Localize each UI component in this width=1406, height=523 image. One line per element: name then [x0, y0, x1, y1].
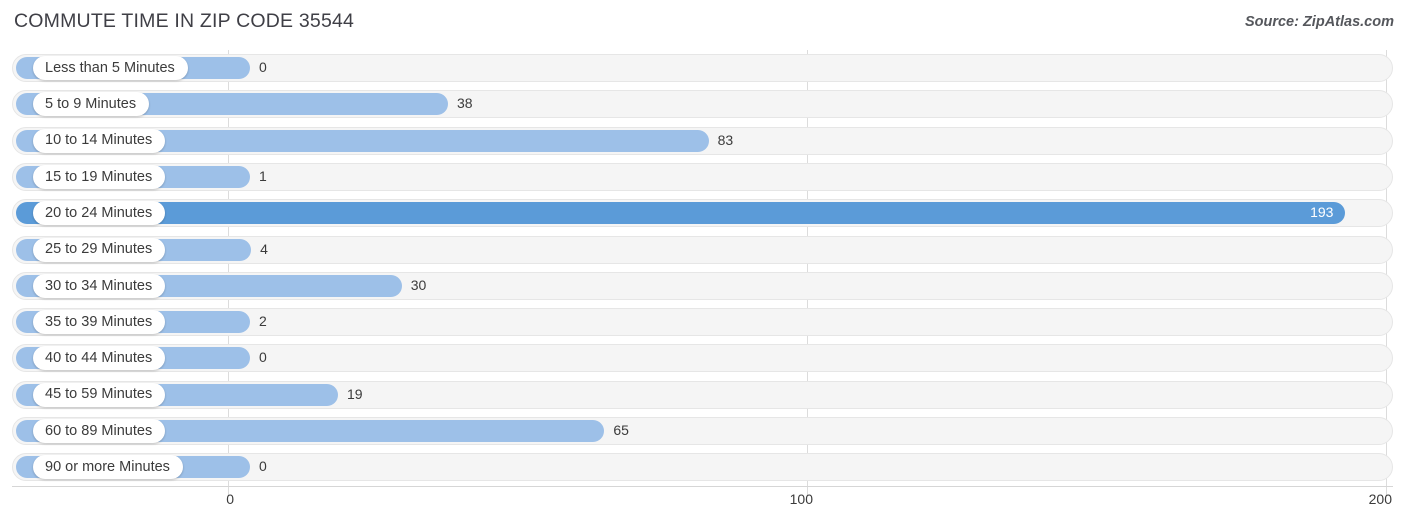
chart-row[interactable]: Less than 5 Minutes 0 — [0, 50, 1406, 86]
value-label: 65 — [613, 422, 629, 438]
x-tick-label: 100 — [789, 491, 813, 507]
category-label: 15 to 19 Minutes — [45, 168, 153, 185]
chart-row[interactable]: 35 to 39 Minutes 2 — [0, 304, 1406, 340]
category-label: 25 to 29 Minutes — [45, 241, 153, 258]
bar-label-capsule: 90 or more Minutes — [33, 455, 183, 480]
category-label: Less than 5 Minutes — [45, 59, 175, 76]
chart-row[interactable]: 60 to 89 Minutes 65 — [0, 413, 1406, 449]
chart-row[interactable]: 45 to 59 Minutes 19 — [0, 377, 1406, 413]
category-label: 10 to 14 Minutes — [45, 132, 153, 149]
bar-label-capsule: Less than 5 Minutes — [33, 56, 188, 80]
value-label: 83 — [717, 131, 734, 148]
bar-label-capsule: 35 to 39 Minutes — [33, 310, 166, 335]
source-attribution: Source: ZipAtlas.com — [1244, 14, 1394, 30]
value-label: 0 — [259, 59, 267, 75]
bar-label-capsule: 30 to 34 Minutes — [33, 273, 166, 298]
chart-row[interactable]: 25 to 29 Minutes 4 — [0, 232, 1406, 268]
value-label: 0 — [259, 458, 267, 475]
bar-label-capsule: 25 to 29 Minutes — [33, 237, 166, 262]
value-label: 2 — [259, 313, 267, 330]
x-tick-label: 200 — [1368, 491, 1392, 507]
chart-row[interactable]: 10 to 14 Minutes 83 — [0, 123, 1406, 159]
chart-row[interactable]: 5 to 9 Minutes 38 — [0, 86, 1406, 122]
value-label: 0 — [259, 349, 267, 366]
value-label: 19 — [347, 385, 363, 402]
bar-label-capsule: 60 to 89 Minutes — [33, 419, 166, 443]
bar-label-capsule: 40 to 44 Minutes — [33, 346, 166, 371]
category-label: 30 to 34 Minutes — [45, 277, 153, 294]
chart-row[interactable]: 30 to 34 Minutes 30 — [0, 268, 1406, 304]
bar-label-capsule: 20 to 24 Minutes — [33, 201, 166, 226]
value-label: 38 — [457, 95, 473, 112]
value-label: 193 — [1310, 204, 1334, 221]
value-label: 4 — [260, 240, 268, 257]
x-axis: 0 100 200 — [0, 486, 1406, 523]
chart-row[interactable]: 15 to 19 Minutes 1 — [0, 159, 1406, 195]
chart-row[interactable]: 90 or more Minutes 0 — [0, 449, 1406, 485]
chart-header: COMMUTE TIME IN ZIP CODE 35544 Source: Z… — [0, 0, 1406, 46]
value-label: 30 — [410, 276, 427, 293]
bar-chart-plot-area: Less than 5 Minutes 0 5 to 9 Minutes 38 10 t… — [0, 46, 1406, 496]
chart-row[interactable]: 40 to 44 Minutes 0 — [0, 340, 1406, 376]
category-label: 45 to 59 Minutes — [45, 386, 153, 403]
bar-label-capsule: 5 to 9 Minutes — [33, 92, 150, 117]
bar-label-capsule: 45 to 59 Minutes — [33, 382, 166, 407]
category-label: 20 to 24 Minutes — [45, 204, 153, 221]
value-label: 1 — [259, 167, 267, 184]
category-label: 90 or more Minutes — [45, 459, 170, 476]
page-title: COMMUTE TIME IN ZIP CODE 35544 — [14, 10, 355, 32]
category-label: 35 to 39 Minutes — [45, 313, 153, 330]
bar-label-capsule: 10 to 14 Minutes — [33, 128, 166, 153]
category-label: 5 to 9 Minutes — [45, 96, 137, 113]
bar[interactable] — [16, 202, 1346, 225]
bar-label-capsule: 15 to 19 Minutes — [33, 164, 166, 189]
axis-line — [12, 486, 1393, 487]
x-tick-label: 0 — [226, 491, 234, 507]
category-label: 40 to 44 Minutes — [45, 350, 153, 367]
chart-row[interactable]: 20 to 24 Minutes 193 — [0, 195, 1406, 231]
category-label: 60 to 89 Minutes — [45, 422, 153, 439]
